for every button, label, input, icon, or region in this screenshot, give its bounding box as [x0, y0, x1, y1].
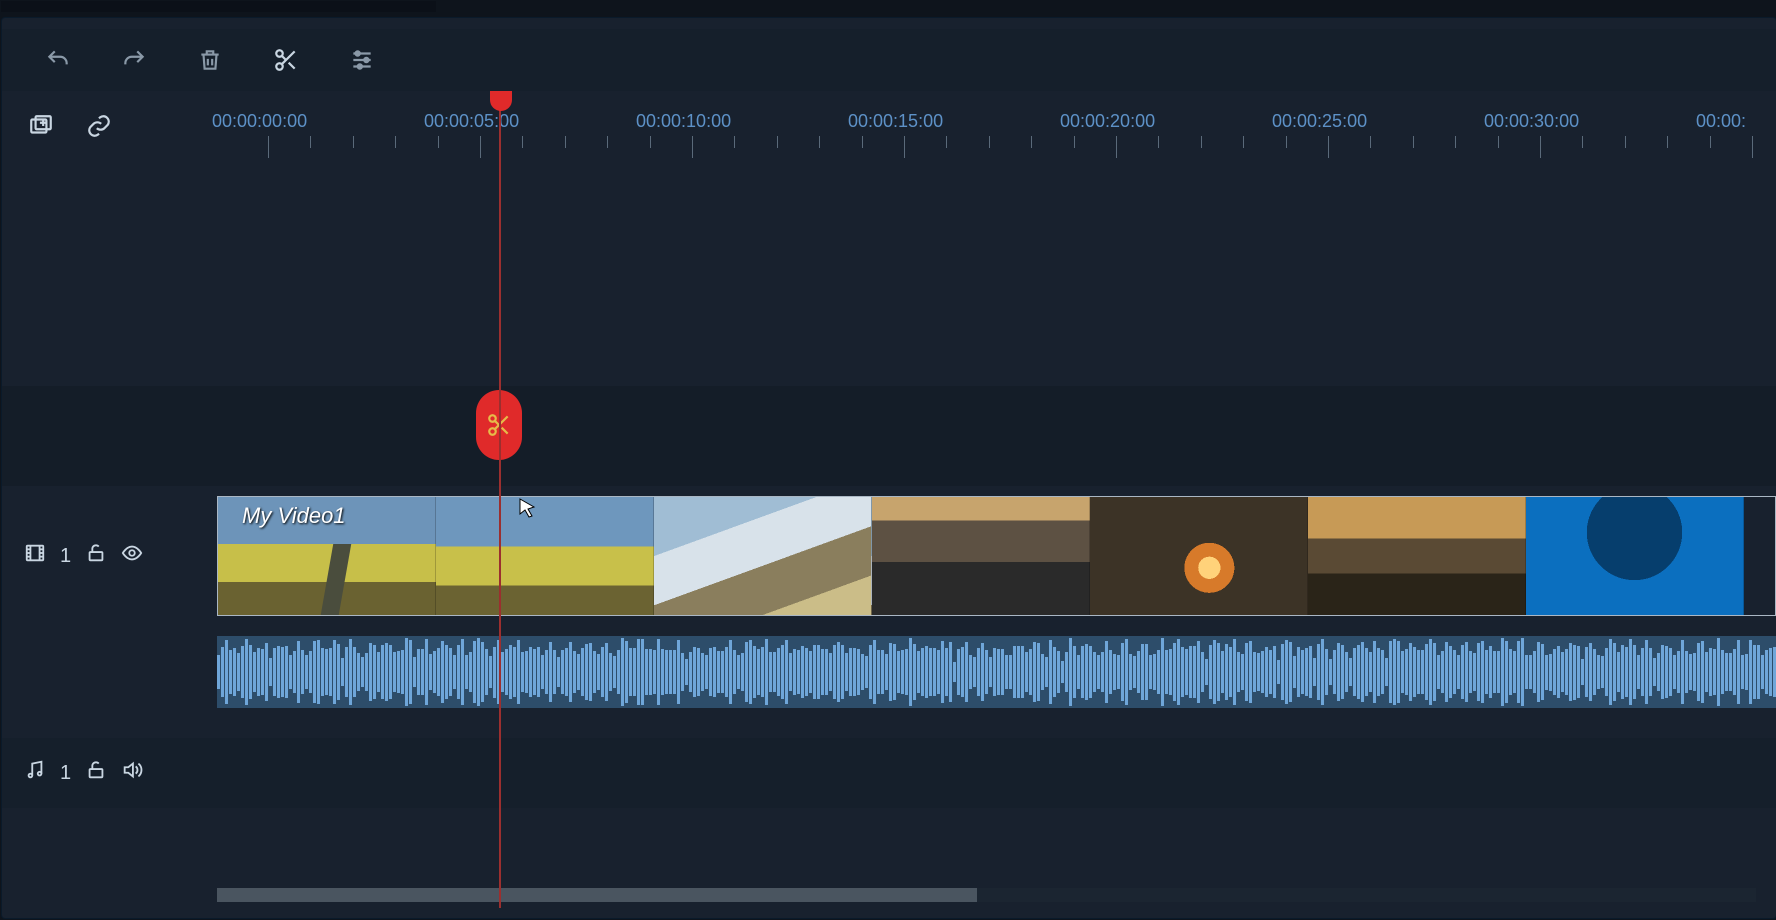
ruler-label: 00:00:30:00	[1484, 111, 1579, 132]
app-frame: 00:00:00:00 00:00:05:00 00:00:10:00 00:0…	[0, 0, 1776, 920]
ruler-label: 00:00:15:00	[848, 111, 943, 132]
timeline-toolbar	[2, 29, 1776, 91]
video-clip[interactable]: My Video1	[217, 496, 1776, 616]
redo-button[interactable]	[120, 46, 148, 74]
timeline-scrollbar-track[interactable]	[217, 888, 1756, 902]
ruler-row: 00:00:00:00 00:00:05:00 00:00:10:00 00:0…	[2, 91, 1776, 186]
video-thumb	[436, 497, 654, 615]
speaker-icon[interactable]	[121, 759, 143, 787]
music-track-row: 1	[2, 738, 1776, 808]
video-thumb	[1090, 497, 1308, 615]
waveform-bars	[217, 636, 1776, 708]
clip-label: My Video1	[242, 503, 346, 529]
settings-button[interactable]	[348, 46, 376, 74]
ruler-ticks	[202, 136, 1776, 162]
cut-at-playhead-button[interactable]	[476, 390, 522, 460]
video-track-header: 1	[2, 486, 202, 626]
video-thumb: My Video1	[218, 497, 436, 615]
ruler-label: 00:00:20:00	[1060, 111, 1155, 132]
music-track-header: 1	[2, 738, 202, 808]
video-thumb	[654, 497, 872, 615]
cut-row	[2, 386, 1776, 486]
video-thumb	[1308, 497, 1526, 615]
link-button[interactable]	[84, 111, 114, 141]
audio-track-spacer	[2, 626, 202, 718]
music-note-icon	[24, 759, 46, 787]
ruler-label: 00:00:00:00	[212, 111, 307, 132]
video-clip-strip[interactable]: My Video1	[202, 486, 1776, 626]
ruler-label: 00:00:10:00	[636, 111, 731, 132]
timeline-panel: 00:00:00:00 00:00:05:00 00:00:10:00 00:0…	[1, 17, 1776, 919]
video-thumb	[872, 497, 1090, 615]
video-track-index: 1	[60, 545, 71, 568]
audio-clip[interactable]	[202, 626, 1776, 718]
video-track-row: 1 My Video1	[2, 486, 1776, 626]
top-strip	[1, 1, 436, 12]
delete-button[interactable]	[196, 46, 224, 74]
audio-track-row	[2, 626, 1776, 718]
timeline-spacer	[2, 186, 1776, 386]
ruler-label: 00:00:25:00	[1272, 111, 1367, 132]
undo-button[interactable]	[44, 46, 72, 74]
unlock-icon[interactable]	[85, 542, 107, 570]
video-thumb	[1526, 497, 1744, 615]
music-track-index: 1	[60, 762, 71, 785]
add-marker-button[interactable]	[26, 111, 56, 141]
split-button[interactable]	[272, 46, 300, 74]
eye-icon[interactable]	[121, 542, 143, 570]
ruler-label: 00:00:	[1696, 111, 1746, 132]
ruler-label: 00:00:05:00	[424, 111, 519, 132]
ruler-gutter	[2, 91, 202, 186]
unlock-icon[interactable]	[85, 759, 107, 787]
waveform-bg	[217, 636, 1776, 708]
film-icon	[24, 542, 46, 570]
timeline-scrollbar-thumb[interactable]	[217, 888, 977, 902]
time-ruler[interactable]: 00:00:00:00 00:00:05:00 00:00:10:00 00:0…	[202, 91, 1776, 186]
